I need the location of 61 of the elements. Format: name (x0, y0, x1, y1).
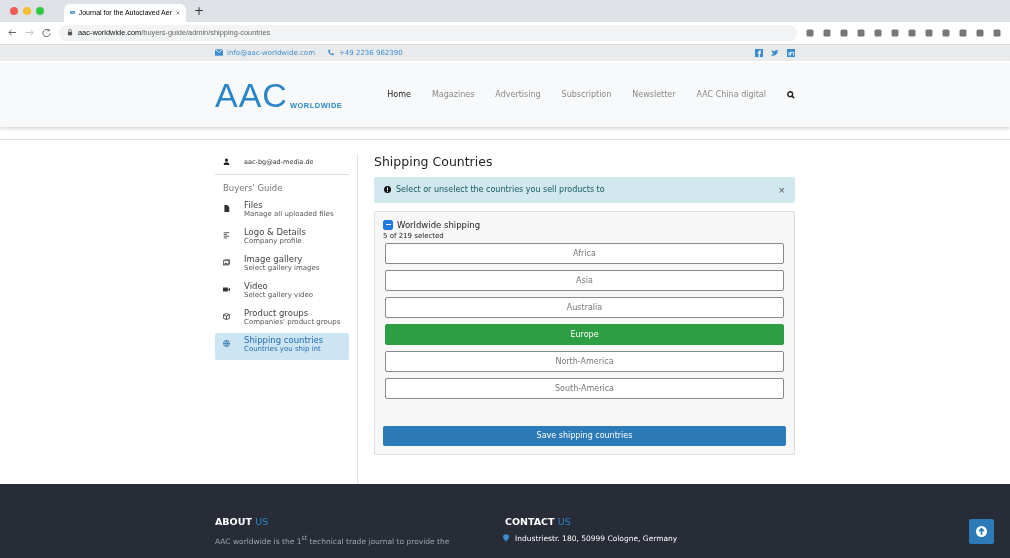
extension-icon[interactable] (924, 27, 934, 38)
mail-icon (215, 49, 223, 56)
lock-icon (67, 29, 73, 37)
file-icon (223, 204, 230, 212)
extension-icon[interactable] (873, 27, 883, 38)
extension-icon[interactable] (839, 27, 849, 38)
facebook-icon[interactable] (755, 48, 763, 57)
close-button[interactable]: × (778, 183, 785, 196)
nav-link[interactable]: Newsletter (632, 90, 676, 99)
extension-icon[interactable] (975, 27, 985, 38)
region-toggle-button[interactable]: Africa (385, 242, 784, 264)
window-maximize-dot[interactable] (36, 6, 44, 15)
phone-icon (326, 49, 335, 56)
section-heading: Buyers' Guide (222, 181, 284, 195)
window-close-dot[interactable] (10, 6, 18, 15)
extension-icon[interactable] (958, 27, 968, 38)
linkedin-icon[interactable] (787, 48, 795, 57)
nav-link[interactable]: Subscription (561, 90, 612, 99)
alert-message: Select or unselect the countries you sell products to (396, 185, 605, 194)
extension-icon[interactable] (890, 27, 900, 38)
extension-icon[interactable] (907, 27, 917, 38)
reload-icon[interactable] (42, 28, 51, 38)
text-lines-icon (223, 231, 230, 239)
region-toggle-button[interactable]: Australia (385, 296, 784, 318)
favicon-icon (70, 11, 75, 15)
page-title: Shipping Countries (374, 153, 494, 169)
footer-heading: CONTACT (505, 515, 555, 527)
arrow-up-icon (976, 525, 987, 537)
video-camera-icon (223, 285, 230, 293)
nav-link[interactable]: Home (387, 90, 411, 99)
nav-link[interactable]: Advertising (495, 90, 541, 99)
twitter-icon[interactable] (771, 48, 779, 57)
checkbox-label[interactable]: Worldwide shipping (397, 219, 481, 230)
extension-icon[interactable] (941, 27, 951, 38)
region-toggle-button[interactable]: North-America (385, 350, 784, 372)
extension-icon[interactable] (856, 27, 866, 38)
region-toggle-button[interactable]: Europe (385, 323, 784, 345)
checkbox[interactable] (383, 219, 393, 230)
extension-icon[interactable] (822, 27, 832, 38)
globe-icon (223, 339, 230, 347)
close-icon[interactable] (176, 9, 180, 16)
search-icon[interactable] (787, 90, 795, 99)
scroll-to-top-button[interactable] (969, 518, 994, 544)
new-tab-button[interactable]: + (194, 3, 205, 18)
extension-icon[interactable] (992, 27, 1002, 38)
images-icon (223, 258, 230, 266)
footer-heading-accent: US (557, 515, 571, 527)
save-button[interactable]: Save shipping countries (383, 425, 786, 446)
region-toggle-button[interactable]: South-America (385, 377, 784, 399)
user-icon (223, 158, 230, 165)
location-pin-icon (503, 534, 509, 542)
cube-icon (223, 312, 230, 320)
back-icon[interactable] (8, 28, 17, 38)
footer-heading-accent: US (255, 515, 269, 527)
nav-link[interactable]: AAC China digital (696, 90, 766, 99)
window-minimize-dot[interactable] (23, 6, 31, 15)
nav-link[interactable]: Magazines (431, 90, 475, 99)
region-toggle-button[interactable]: Asia (385, 269, 784, 291)
extension-icon[interactable] (805, 27, 815, 38)
footer-heading: ABOUT (215, 515, 252, 527)
exclamation-icon (384, 186, 391, 193)
